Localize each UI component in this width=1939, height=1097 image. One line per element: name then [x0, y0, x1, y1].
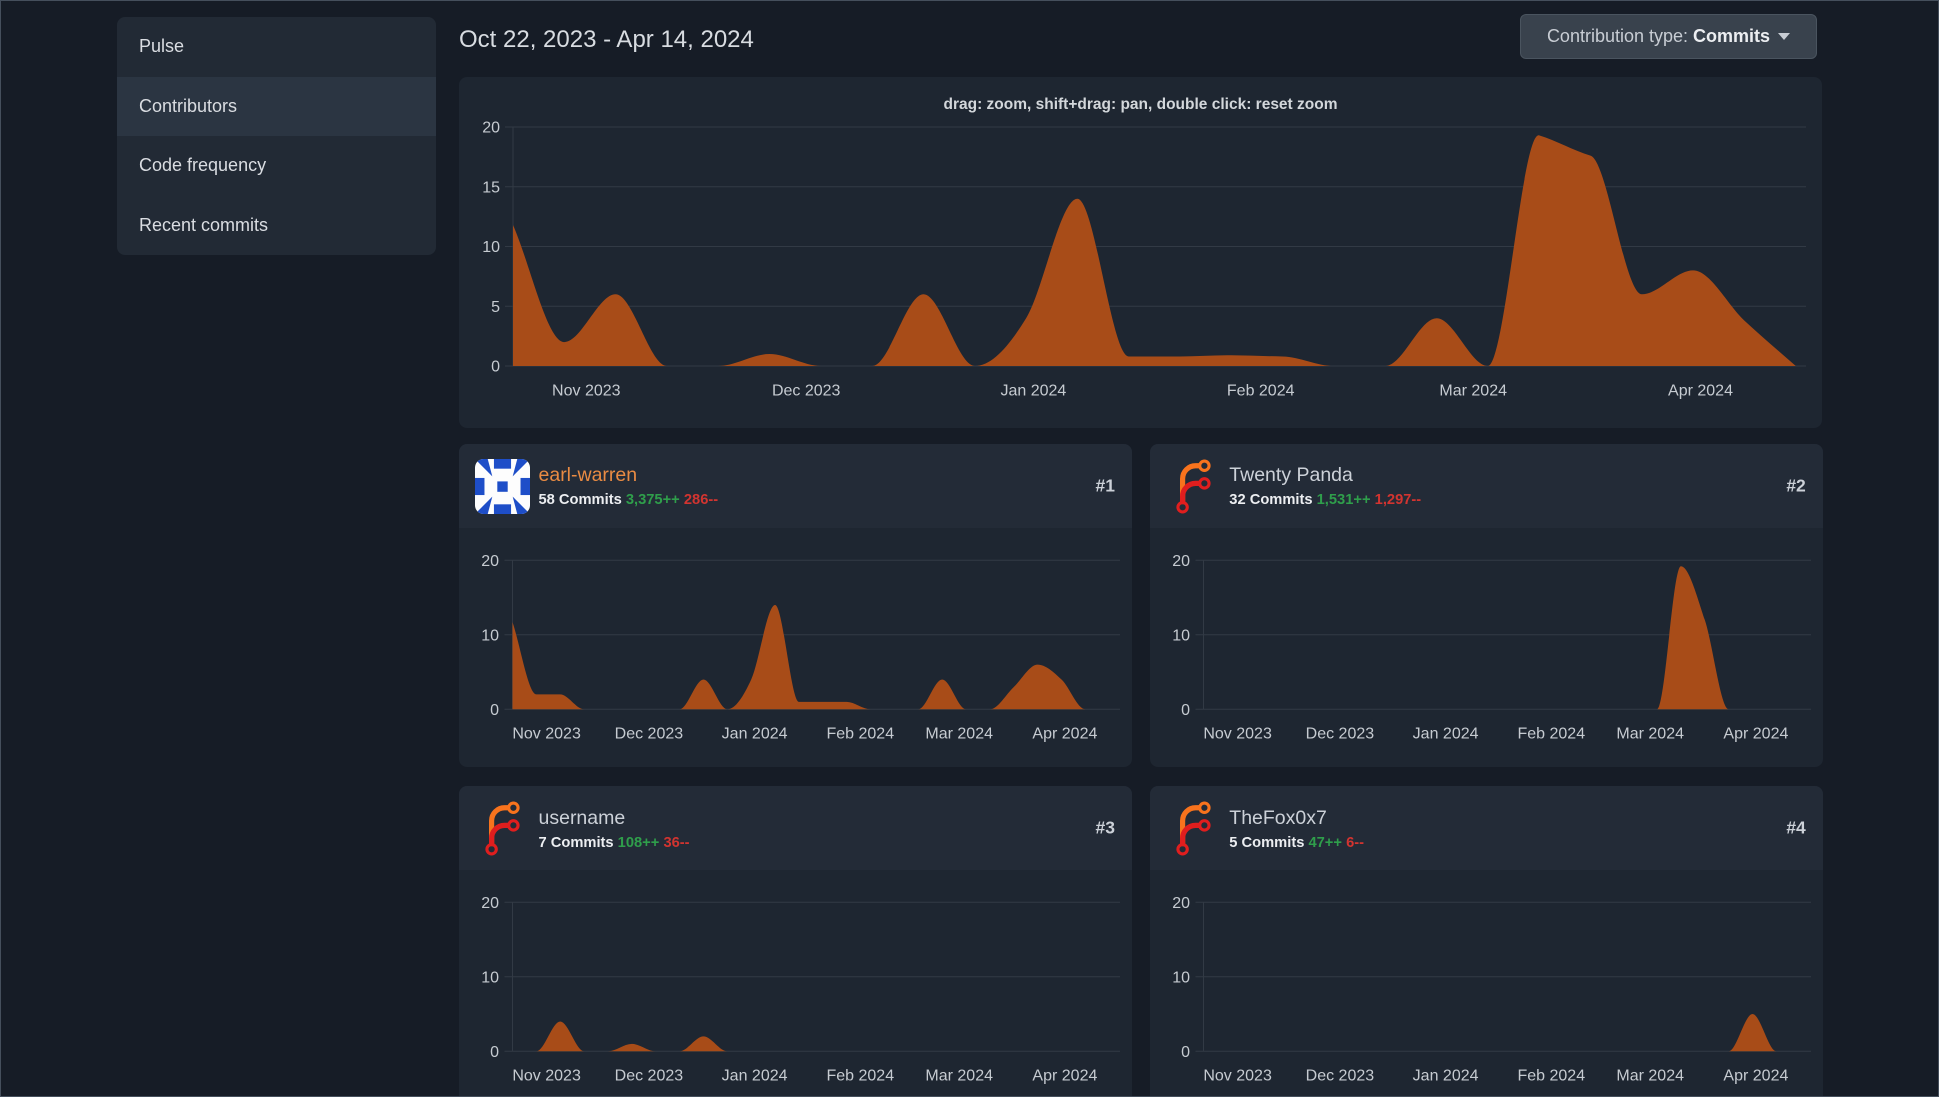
svg-text:Dec 2023: Dec 2023 [1305, 1068, 1374, 1085]
svg-text:Nov 2023: Nov 2023 [512, 1068, 581, 1085]
svg-text:Jan 2024: Jan 2024 [1412, 1068, 1478, 1085]
svg-text:Nov 2023: Nov 2023 [1203, 1068, 1272, 1085]
svg-text:Apr 2024: Apr 2024 [1668, 383, 1733, 400]
svg-text:0: 0 [1181, 702, 1190, 719]
svg-text:Nov 2023: Nov 2023 [512, 725, 581, 742]
svg-text:10: 10 [481, 627, 499, 644]
svg-text:Jan 2024: Jan 2024 [1000, 383, 1066, 400]
svg-text:20: 20 [481, 895, 499, 912]
svg-text:Dec 2023: Dec 2023 [772, 383, 841, 400]
svg-text:0: 0 [491, 359, 500, 376]
svg-text:Dec 2023: Dec 2023 [615, 725, 684, 742]
svg-text:Dec 2023: Dec 2023 [1305, 725, 1374, 742]
svg-text:15: 15 [482, 180, 500, 197]
svg-text:20: 20 [1172, 553, 1190, 570]
svg-text:5: 5 [491, 299, 500, 316]
svg-text:Feb 2024: Feb 2024 [1227, 383, 1295, 400]
svg-text:Apr 2024: Apr 2024 [1032, 1068, 1097, 1085]
svg-text:20: 20 [481, 553, 499, 570]
svg-text:Dec 2023: Dec 2023 [615, 1068, 684, 1085]
svg-text:0: 0 [1181, 1044, 1190, 1061]
svg-text:0: 0 [490, 1044, 499, 1061]
svg-text:Mar 2024: Mar 2024 [1439, 383, 1507, 400]
svg-text:Apr 2024: Apr 2024 [1723, 725, 1788, 742]
svg-text:10: 10 [482, 239, 500, 256]
svg-text:10: 10 [481, 970, 499, 987]
svg-text:Apr 2024: Apr 2024 [1032, 725, 1097, 742]
svg-text:Mar 2024: Mar 2024 [1616, 1068, 1684, 1085]
svg-text:Feb 2024: Feb 2024 [1517, 1068, 1585, 1085]
svg-text:Jan 2024: Jan 2024 [722, 725, 788, 742]
svg-text:20: 20 [1172, 895, 1190, 912]
svg-text:Mar 2024: Mar 2024 [1616, 725, 1684, 742]
svg-text:drag: zoom, shift+drag: pan, d: drag: zoom, shift+drag: pan, double clic… [943, 96, 1337, 113]
svg-text:Apr 2024: Apr 2024 [1723, 1068, 1788, 1085]
svg-text:Jan 2024: Jan 2024 [722, 1068, 788, 1085]
svg-text:Feb 2024: Feb 2024 [1517, 725, 1585, 742]
svg-text:Feb 2024: Feb 2024 [826, 1068, 894, 1085]
svg-text:Nov 2023: Nov 2023 [1203, 725, 1272, 742]
svg-text:Nov 2023: Nov 2023 [552, 383, 621, 400]
svg-text:10: 10 [1172, 627, 1190, 644]
svg-text:Feb 2024: Feb 2024 [826, 725, 894, 742]
svg-text:10: 10 [1172, 970, 1190, 987]
svg-text:20: 20 [482, 120, 500, 137]
svg-text:Mar 2024: Mar 2024 [925, 1068, 993, 1085]
svg-text:Mar 2024: Mar 2024 [925, 725, 993, 742]
svg-text:Jan 2024: Jan 2024 [1412, 725, 1478, 742]
svg-text:0: 0 [490, 702, 499, 719]
